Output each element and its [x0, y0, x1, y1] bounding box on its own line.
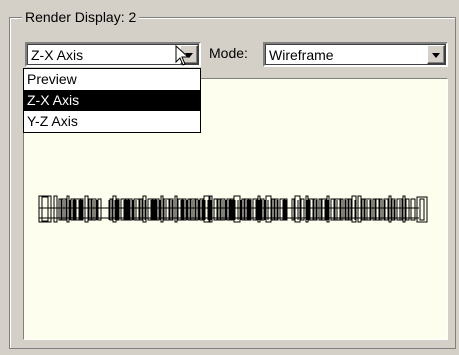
- group-title: Render Display: 2: [22, 9, 140, 25]
- chevron-down-icon: [432, 53, 440, 58]
- axis-option[interactable]: Y-Z Axis: [24, 111, 200, 132]
- mode-label: Mode:: [209, 45, 248, 61]
- axis-option[interactable]: Z-X Axis: [24, 90, 200, 111]
- mode-combobox[interactable]: Wireframe: [263, 42, 448, 67]
- mouse-pointer-icon: [175, 45, 190, 66]
- mode-combobox-value: Wireframe: [269, 47, 334, 63]
- axis-option[interactable]: Preview: [24, 69, 200, 90]
- mode-combobox-button[interactable]: [427, 45, 445, 64]
- axis-dropdown-list[interactable]: Preview Z-X Axis Y-Z Axis: [23, 68, 201, 133]
- axis-combobox-value: Z-X Axis: [31, 47, 84, 63]
